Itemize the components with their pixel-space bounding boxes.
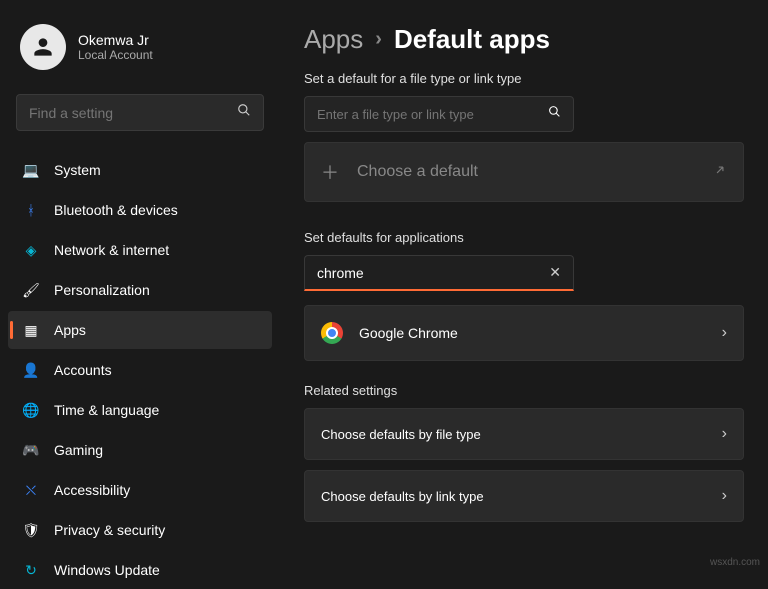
nav-personalization[interactable]: 🖌Personalization — [8, 271, 272, 309]
profile-subtitle: Local Account — [78, 48, 153, 62]
choose-default-button[interactable]: ＋ Choose a default — [304, 142, 744, 202]
main-content: Apps › Default apps Set a default for a … — [280, 0, 768, 574]
settings-search-input[interactable] — [29, 105, 237, 121]
nav-list: 💻System ᚼBluetooth & devices ◈Network & … — [8, 151, 272, 589]
nav-accessibility[interactable]: ⛌Accessibility — [8, 471, 272, 509]
clear-icon[interactable]: ✕ — [549, 264, 561, 281]
related-by-linktype[interactable]: Choose defaults by link type › — [304, 470, 744, 522]
app-search-input[interactable] — [317, 265, 549, 281]
avatar — [20, 24, 66, 70]
bluetooth-icon: ᚼ — [22, 201, 40, 219]
nav-gaming[interactable]: 🎮Gaming — [8, 431, 272, 469]
brush-icon: 🖌 — [22, 281, 40, 299]
gamepad-icon: 🎮 — [22, 441, 40, 459]
choose-default-label: Choose a default — [357, 163, 478, 181]
chevron-right-icon: › — [375, 28, 382, 51]
apps-icon: ▦ — [22, 321, 40, 339]
nav-update[interactable]: ↻Windows Update — [8, 551, 272, 589]
search-icon — [237, 103, 251, 122]
profile-block[interactable]: Okemwa Jr Local Account — [8, 16, 272, 78]
open-icon — [713, 163, 727, 182]
nav-time[interactable]: 🌐Time & language — [8, 391, 272, 429]
nav-apps[interactable]: ▦Apps — [8, 311, 272, 349]
profile-name: Okemwa Jr — [78, 32, 153, 48]
shield-icon: 🛡 — [22, 521, 40, 539]
app-result-label: Google Chrome — [359, 325, 706, 341]
settings-search[interactable] — [16, 94, 264, 131]
nav-privacy[interactable]: 🛡Privacy & security — [8, 511, 272, 549]
chrome-icon — [321, 322, 343, 344]
app-search[interactable]: ✕ — [304, 255, 574, 291]
plus-icon: ＋ — [321, 159, 339, 185]
globe-icon: 🌐 — [22, 401, 40, 419]
chevron-right-icon: › — [722, 487, 727, 505]
related-section-label: Related settings — [304, 383, 744, 398]
apps-section-label: Set defaults for applications — [304, 230, 744, 245]
system-icon: 💻 — [22, 161, 40, 179]
breadcrumb: Apps › Default apps — [304, 24, 744, 55]
nav-bluetooth[interactable]: ᚼBluetooth & devices — [8, 191, 272, 229]
page-title: Default apps — [394, 24, 550, 55]
search-icon — [548, 105, 561, 123]
update-icon: ↻ — [22, 561, 40, 579]
nav-system[interactable]: 💻System — [8, 151, 272, 189]
nav-accounts[interactable]: 👤Accounts — [8, 351, 272, 389]
watermark: wsxdn.com — [710, 557, 760, 568]
chevron-right-icon: › — [722, 425, 727, 443]
person-icon: 👤 — [22, 361, 40, 379]
filetype-search-input[interactable] — [317, 107, 548, 122]
filetype-search[interactable] — [304, 96, 574, 132]
accessibility-icon: ⛌ — [22, 481, 40, 499]
related-by-filetype[interactable]: Choose defaults by file type › — [304, 408, 744, 460]
app-result-chrome[interactable]: Google Chrome › — [304, 305, 744, 361]
filetype-section-label: Set a default for a file type or link ty… — [304, 71, 744, 86]
breadcrumb-parent[interactable]: Apps — [304, 24, 363, 55]
wifi-icon: ◈ — [22, 241, 40, 259]
chevron-right-icon: › — [722, 324, 727, 342]
nav-network[interactable]: ◈Network & internet — [8, 231, 272, 269]
